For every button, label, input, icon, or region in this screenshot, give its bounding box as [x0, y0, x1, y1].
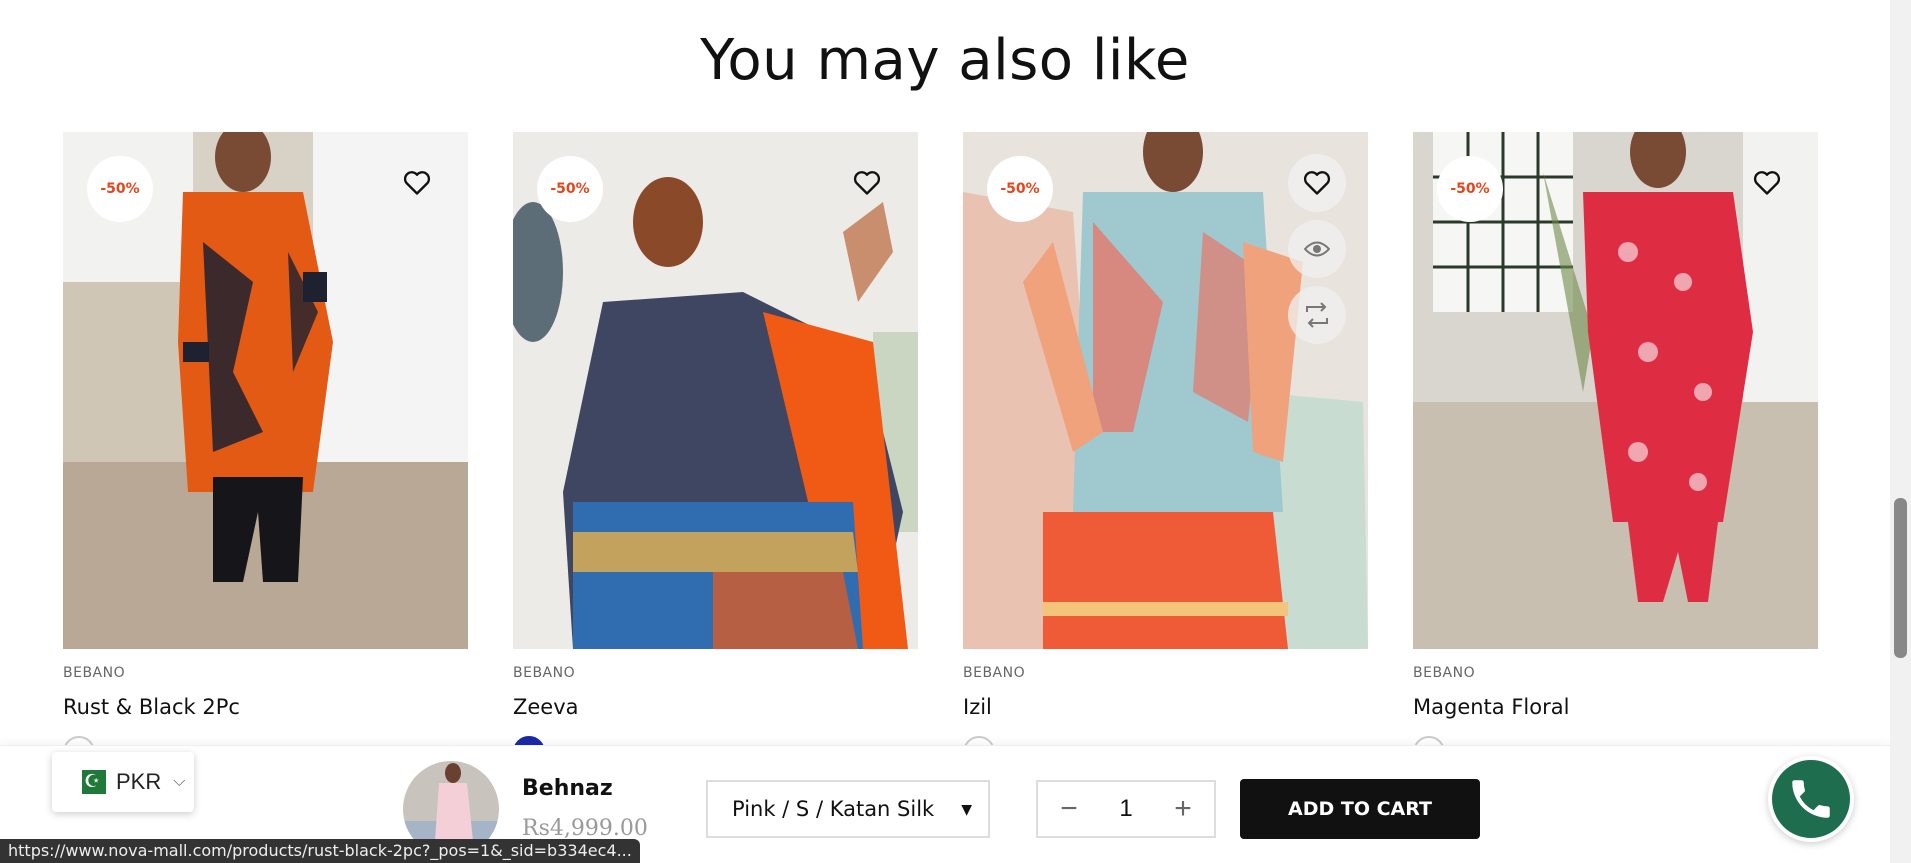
product-card[interactable]: -50% BEBANO Rust & Black 2Pc	[63, 132, 468, 768]
wishlist-button[interactable]	[1738, 154, 1796, 212]
heart-icon	[1303, 171, 1331, 195]
heart-icon	[853, 171, 881, 195]
product-name[interactable]: Rust & Black 2Pc	[63, 695, 468, 719]
discount-badge: -50%	[987, 156, 1053, 222]
product-image[interactable]: -50%	[963, 132, 1368, 649]
product-name[interactable]: Zeeva	[513, 695, 918, 719]
currency-code: PKR	[116, 769, 162, 794]
wishlist-button[interactable]	[388, 154, 446, 212]
quantity-decrease-button[interactable]: −	[1054, 794, 1084, 824]
product-vendor: BEBANO	[63, 665, 126, 681]
product-card[interactable]: -50% BEBANO Zeeva	[513, 132, 918, 768]
wishlist-button[interactable]	[1288, 154, 1346, 212]
product-image[interactable]: -50%	[63, 132, 468, 649]
phone-icon	[1792, 780, 1830, 818]
variant-select-value: Pink / S / Katan Silk	[732, 797, 935, 821]
section-title: You may also like	[700, 28, 1190, 93]
product-image[interactable]: -50%	[1413, 132, 1818, 649]
chevron-down-icon: ⌵	[173, 773, 186, 790]
product-card[interactable]: -50% BEBANO Magenta Floral	[1413, 132, 1818, 768]
compare-arrows-icon	[1306, 302, 1328, 328]
status-bar-url: https://www.nova-mall.com/products/rust-…	[0, 839, 640, 863]
product-name[interactable]: Izil	[963, 695, 1368, 719]
page: You may also like -50% BEBANO Rust & Bla…	[0, 0, 1911, 863]
eye-icon	[1304, 241, 1330, 257]
compare-button[interactable]	[1288, 286, 1346, 344]
quantity-increase-button[interactable]: +	[1168, 794, 1198, 824]
product-image[interactable]: -50%	[513, 132, 918, 649]
scrollbar-thumb[interactable]	[1894, 498, 1907, 658]
product-grid: -50% BEBANO Rust & Black 2Pc -50% BEBANO…	[63, 132, 1818, 768]
wishlist-button[interactable]	[838, 154, 896, 212]
currency-selector[interactable]: PKR ⌵	[52, 752, 194, 812]
product-vendor: BEBANO	[513, 665, 576, 681]
sticky-product-name: Behnaz	[522, 776, 613, 801]
dropdown-caret-icon: ▼	[961, 802, 972, 818]
heart-icon	[1753, 171, 1781, 195]
page-scrollbar[interactable]	[1890, 0, 1911, 863]
product-vendor: BEBANO	[963, 665, 1026, 681]
add-to-cart-button[interactable]: ADD TO CART	[1240, 779, 1480, 839]
quantity-value[interactable]: 1	[1119, 795, 1132, 823]
heart-icon	[403, 171, 431, 195]
product-name[interactable]: Magenta Floral	[1413, 695, 1818, 719]
pakistan-flag-icon	[74, 769, 106, 794]
whatsapp-chat-button[interactable]	[1768, 756, 1854, 842]
product-vendor: BEBANO	[1413, 665, 1476, 681]
quick-view-button[interactable]	[1288, 220, 1346, 278]
variant-select[interactable]: Pink / S / Katan Silk ▼	[706, 780, 990, 838]
sticky-product-price: Rs4,999.00	[522, 816, 648, 841]
discount-badge: -50%	[1437, 156, 1503, 222]
discount-badge: -50%	[87, 156, 153, 222]
discount-badge: -50%	[537, 156, 603, 222]
product-card[interactable]: -50% BEBANO Izil	[963, 132, 1368, 768]
quantity-stepper[interactable]: − 1 +	[1036, 780, 1216, 838]
